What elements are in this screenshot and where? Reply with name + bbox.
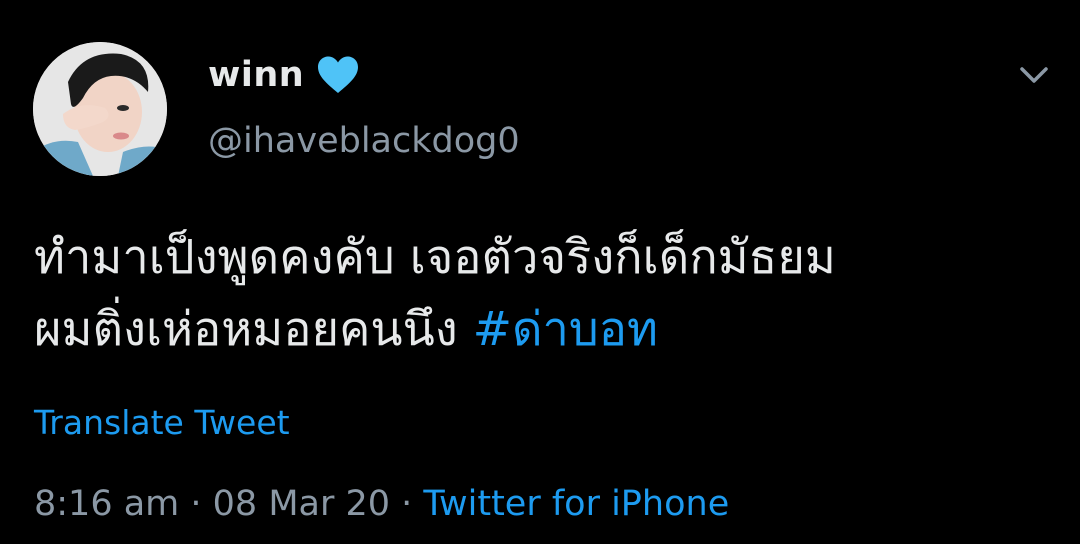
author-display-name[interactable]: winn (208, 55, 304, 95)
hashtag-link[interactable]: #ด่าบอท (473, 302, 658, 357)
translate-tweet-link[interactable]: Translate Tweet (34, 400, 290, 446)
tweet-source-link[interactable]: Twitter for iPhone (423, 484, 729, 524)
avatar-image (33, 42, 167, 176)
tweet-text: ทำมาเป็งพูดคงคับ เจอตัวจริงก็เด็กมัธยม ผ… (34, 222, 1054, 366)
tweet-date[interactable]: 08 Mar 20 (213, 484, 390, 524)
tweet-card: winn @ihaveblackdog0 ทำมาเป็งพูดคงคับ เจ… (0, 0, 1080, 544)
tweet-text-line: ทำมาเป็งพูดคงคับ เจอตัวจริงก็เด็กมัธยม (34, 230, 836, 285)
meta-separator: · (390, 484, 424, 524)
blue-heart-icon (316, 55, 360, 95)
author-handle[interactable]: @ihaveblackdog0 (208, 118, 520, 164)
author-name-row[interactable]: winn (208, 52, 360, 98)
tweet-time[interactable]: 8:16 am (34, 484, 179, 524)
tweet-meta: 8:16 am · 08 Mar 20 · Twitter for iPhone (34, 480, 729, 528)
chevron-down-icon[interactable] (1014, 60, 1054, 90)
tweet-text-segment: ผมติ่งเห่อหมอยคนนึง (34, 302, 458, 357)
tweet-text-line: ผมติ่งเห่อหมอยคนนึง #ด่าบอท (34, 294, 1054, 366)
avatar[interactable] (33, 42, 167, 176)
meta-separator: · (179, 484, 213, 524)
